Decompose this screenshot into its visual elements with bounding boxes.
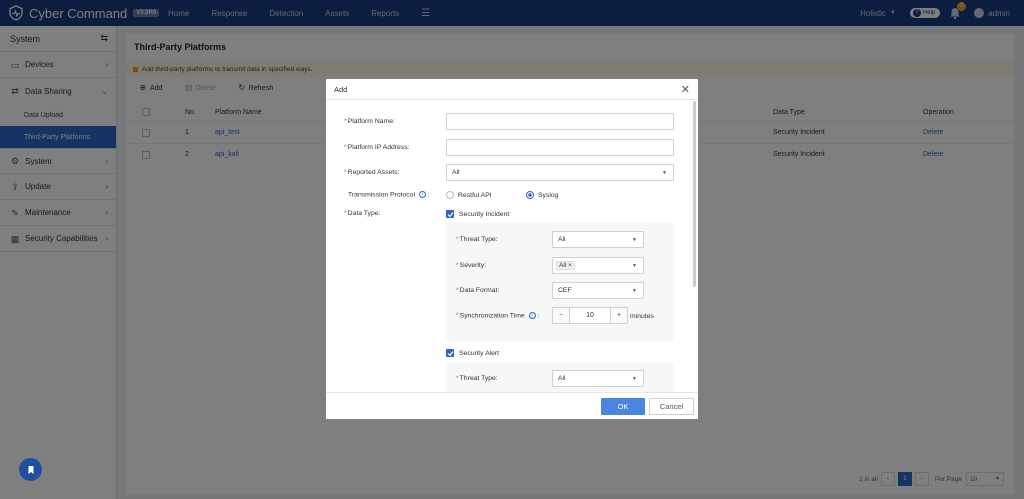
threat-type-label: *Threat Type: — [456, 236, 498, 243]
severity-label: *Severity: — [456, 262, 487, 269]
reported-assets-select[interactable]: All ▼ — [446, 164, 674, 181]
radio-button[interactable] — [446, 191, 454, 199]
dialog-title: Add — [334, 84, 348, 94]
alert-threat-type-label: *Threat Type: — [456, 375, 498, 382]
sync-time-unit: minutes — [630, 313, 654, 320]
security-alert-checkbox[interactable]: Security Alert — [446, 349, 499, 357]
platform-name-input[interactable] — [446, 113, 674, 130]
chevron-down-icon: ▼ — [632, 287, 637, 294]
add-platform-dialog: Add ✕ *Platform Name: *Platform IP Addre… — [326, 79, 698, 419]
security-alert-panel: *Threat Type: All ▼ — [446, 362, 674, 392]
check-icon — [447, 350, 453, 356]
reported-assets-label: *Reported Assets: — [344, 169, 400, 176]
severity-select[interactable]: All × ▼ — [552, 257, 644, 274]
checkbox-checked[interactable] — [446, 349, 454, 357]
transmission-protocol-label: Transmission Protocol i : — [348, 191, 430, 199]
chevron-down-icon: ▼ — [632, 262, 637, 269]
info-icon[interactable]: i — [528, 312, 536, 319]
dialog-body: *Platform Name: *Platform IP Address: *R… — [326, 100, 698, 392]
check-icon — [447, 211, 453, 217]
chevron-down-icon: ▼ — [632, 375, 637, 382]
sync-time-label: *Synchronization Time i : — [456, 312, 540, 320]
platform-ip-label: *Platform IP Address: — [344, 144, 410, 151]
chevron-down-icon: ▼ — [632, 236, 637, 243]
data-format-label: *Data Format: — [456, 287, 500, 294]
cancel-button[interactable]: Cancel — [649, 398, 694, 415]
security-incident-checkbox[interactable]: Security Incident — [446, 210, 509, 218]
data-type-label: *Data Type: — [344, 210, 381, 217]
security-incident-panel: *Threat Type: All ▼ *Severity: All × ▼ *… — [446, 223, 674, 342]
sync-time-stepper[interactable]: − 10 + — [552, 307, 628, 324]
radio-restful-api[interactable]: Restful API — [446, 191, 492, 199]
radio-syslog[interactable]: Syslog — [526, 191, 558, 199]
ok-button[interactable]: OK — [601, 398, 645, 415]
radio-button-selected[interactable] — [526, 191, 534, 199]
close-icon[interactable]: ✕ — [681, 83, 690, 96]
info-icon[interactable]: i — [418, 191, 426, 198]
sync-time-value[interactable]: 10 — [569, 308, 611, 323]
bookmark-button[interactable] — [19, 458, 42, 481]
increment-button[interactable]: + — [611, 308, 627, 323]
alert-threat-type-select[interactable]: All ▼ — [552, 370, 644, 387]
platform-ip-input[interactable] — [446, 139, 674, 156]
data-format-select[interactable]: CEF ▼ — [552, 282, 644, 299]
dialog-footer: OK Cancel — [326, 392, 698, 419]
bookmark-icon — [28, 465, 33, 474]
chevron-down-icon: ▼ — [662, 169, 667, 176]
dialog-scrollbar[interactable] — [693, 101, 696, 287]
dialog-header: Add ✕ — [326, 79, 698, 100]
severity-tag[interactable]: All × — [556, 261, 575, 270]
decrement-button[interactable]: − — [553, 308, 569, 323]
platform-name-label: *Platform Name: — [344, 118, 395, 125]
checkbox-checked[interactable] — [446, 210, 454, 218]
threat-type-select[interactable]: All ▼ — [552, 231, 644, 248]
